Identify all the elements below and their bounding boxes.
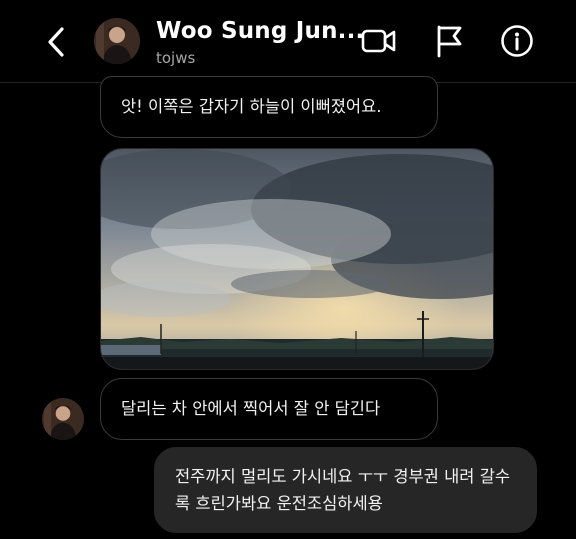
message-photo[interactable] — [100, 148, 494, 370]
avatar-photo — [42, 398, 84, 440]
video-camera-icon — [361, 29, 396, 53]
back-button[interactable] — [40, 24, 72, 60]
message-text: 전주까지 멀리도 가시네요 ㅜㅜ 경부권 내려 갈수록 흐린가봐요 운전조심하세… — [175, 467, 511, 513]
chat-header: Woo Sung Jun... tojws — [0, 0, 576, 83]
message-text: 앗! 이쪽은 갑자기 하늘이 이뻐졌어요. — [121, 97, 382, 116]
avatar-photo — [94, 18, 140, 64]
message-bubble-received[interactable]: 달리는 차 안에서 찍어서 잘 안 담긴다 — [100, 378, 438, 440]
sky-photo — [101, 149, 493, 369]
video-call-button[interactable] — [360, 22, 398, 60]
contact-avatar[interactable] — [94, 18, 140, 64]
info-button[interactable] — [498, 22, 536, 60]
message-bubble-sent[interactable]: 전주까지 멀리도 가시네요 ㅜㅜ 경부권 내려 갈수록 흐린가봐요 운전조심하세… — [154, 447, 537, 533]
message-bubble-received[interactable]: 앗! 이쪽은 갑자기 하늘이 이뻐졌어요. — [100, 76, 438, 138]
message-text: 달리는 차 안에서 찍어서 잘 안 담긴다 — [121, 399, 381, 418]
contact-avatar-small[interactable] — [42, 398, 84, 440]
report-button[interactable] — [430, 22, 468, 60]
contact-name[interactable]: Woo Sung Jun... — [156, 18, 364, 44]
flag-icon — [437, 25, 462, 58]
contact-username: tojws — [156, 49, 196, 67]
chevron-left-icon — [48, 27, 64, 57]
info-icon — [501, 25, 533, 57]
